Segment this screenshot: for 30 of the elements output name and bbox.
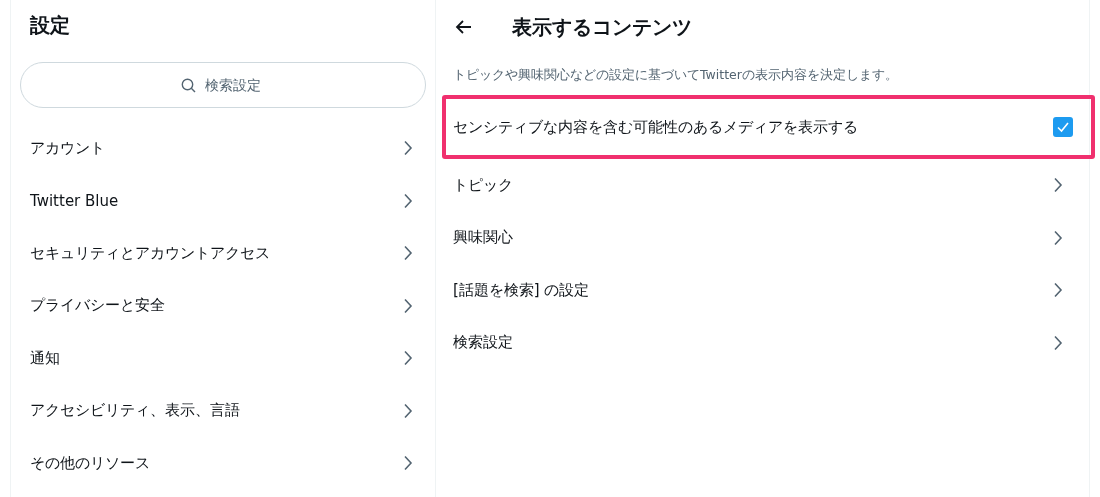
chevron-right-icon (1053, 177, 1063, 194)
settings-menu-item[interactable]: トピック (436, 159, 1089, 212)
checkbox[interactable] (1053, 117, 1073, 137)
settings-menu-item[interactable]: セキュリティとアカウントアクセス (11, 227, 435, 280)
settings-menu-item[interactable]: 興味関心 (436, 211, 1089, 264)
settings-menu-item[interactable]: その他のリソース (11, 437, 435, 490)
chevron-right-icon (1053, 334, 1063, 351)
settings-menu-item[interactable]: 通知 (11, 332, 435, 385)
chevron-right-icon (403, 192, 413, 209)
page-title: 設定 (29, 12, 71, 39)
settings-menu-item[interactable]: プライバシーと安全 (11, 279, 435, 332)
settings-menu-item[interactable]: アカウント (11, 122, 435, 175)
chevron-right-icon (403, 297, 413, 314)
chevron-right-icon (403, 350, 413, 367)
chevron-right-icon (1053, 229, 1063, 246)
settings-menu-item[interactable]: [話題を検索] の設定 (436, 264, 1089, 317)
chevron-right-icon (403, 455, 413, 472)
checkmark-icon (1056, 120, 1070, 134)
description-text: トピックや興味関心などの設定に基づいてTwitterの表示内容を決定します。 (453, 67, 898, 82)
chevron-right-icon (403, 245, 413, 262)
chevron-right-icon (403, 402, 413, 419)
page-title: 表示するコンテンツ (512, 13, 692, 41)
search-icon (181, 78, 196, 93)
chevron-right-icon (403, 140, 413, 157)
chevron-right-icon (1053, 282, 1063, 299)
settings-menu-item[interactable]: Twitter Blue (11, 174, 435, 227)
setting-label: センシティブな内容を含む可能性のあるメディアを表示する (453, 117, 858, 137)
settings-menu-item[interactable]: アクセシビリティ、表示、言語 (11, 384, 435, 437)
search-field[interactable]: 検索設定 (20, 62, 426, 108)
settings-menu-item[interactable]: 検索設定 (436, 316, 1089, 369)
